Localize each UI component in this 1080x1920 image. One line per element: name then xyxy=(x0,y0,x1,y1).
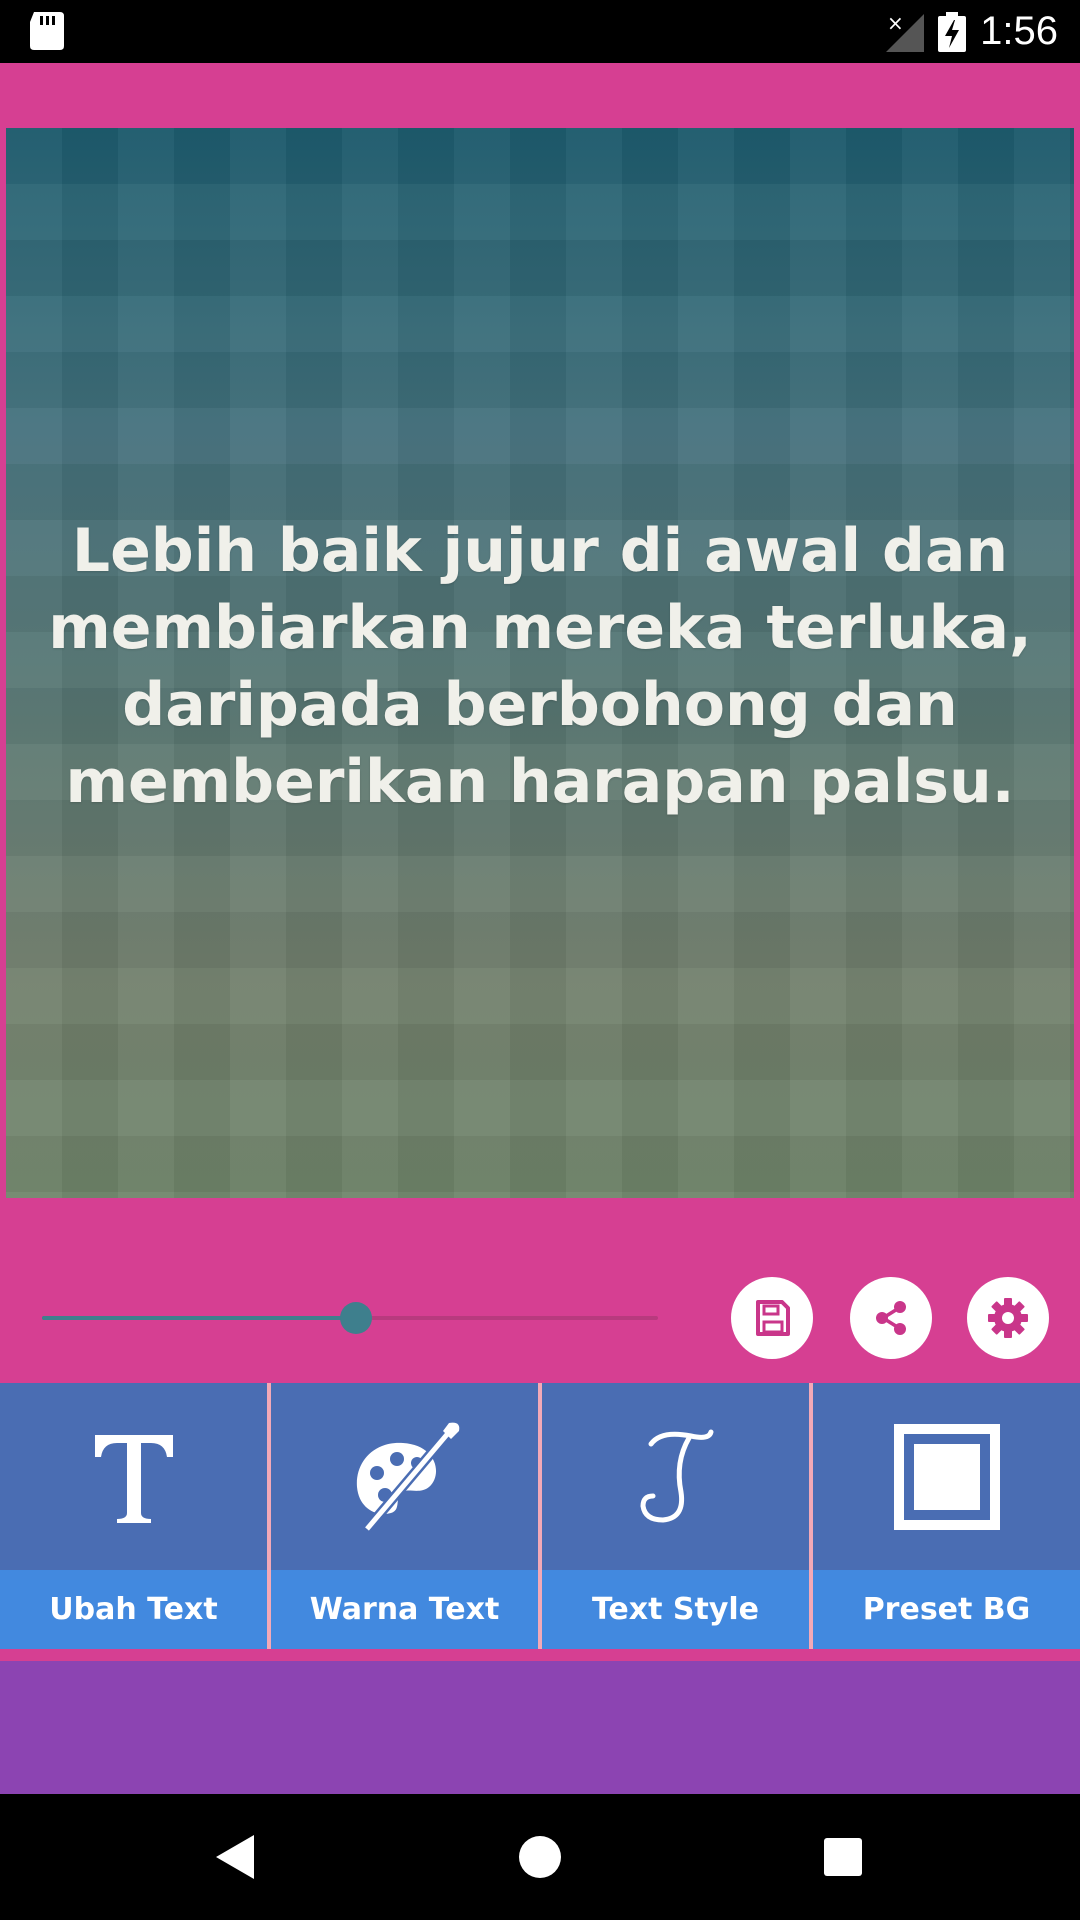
gear-icon xyxy=(988,1298,1028,1338)
text-size-slider[interactable] xyxy=(42,1300,658,1336)
divider xyxy=(0,1649,1080,1661)
share-icon xyxy=(876,1301,906,1335)
battery-charging-icon xyxy=(938,11,967,52)
tool-label: Text Style xyxy=(542,1570,809,1649)
back-icon xyxy=(216,1835,254,1879)
tool-warna-text[interactable]: Warna Text xyxy=(271,1383,538,1649)
tool-preset-bg[interactable]: Preset BG xyxy=(813,1383,1080,1649)
status-bar: × 1:56 xyxy=(0,0,1080,63)
svg-text:×: × xyxy=(887,12,904,35)
tool-label: Warna Text xyxy=(271,1570,538,1649)
frame-icon xyxy=(893,1423,1000,1530)
ad-banner-area xyxy=(0,1661,1080,1794)
quote-canvas[interactable]: Lebih baik jujur di awal dan membiarkan … xyxy=(6,128,1074,1198)
script-t-icon xyxy=(639,1429,713,1523)
tool-icon-area xyxy=(0,1383,267,1570)
text-t-icon xyxy=(94,1434,173,1523)
tool-text-style[interactable]: Text Style xyxy=(542,1383,809,1649)
tool-label: Ubah Text xyxy=(0,1570,267,1649)
tool-bar: Ubah Text Warna Text Text Style Preset B… xyxy=(0,1383,1080,1649)
slider-thumb[interactable] xyxy=(340,1302,373,1334)
tool-icon-area xyxy=(542,1383,809,1570)
tool-icon-area xyxy=(271,1383,538,1570)
back-button[interactable] xyxy=(203,1824,269,1890)
clock: 1:56 xyxy=(980,9,1058,53)
slider-fill xyxy=(42,1316,357,1320)
header-band xyxy=(0,63,1080,128)
share-button[interactable] xyxy=(850,1277,932,1359)
sd-card-icon xyxy=(30,12,64,50)
recents-button[interactable] xyxy=(810,1824,876,1890)
save-icon xyxy=(756,1300,790,1336)
quote-text[interactable]: Lebih baik jujur di awal dan membiarkan … xyxy=(46,513,1034,821)
palette-icon xyxy=(356,1421,459,1532)
tool-icon-area xyxy=(813,1383,1080,1570)
home-icon xyxy=(519,1836,561,1878)
navigation-bar xyxy=(0,1794,1080,1920)
tool-label: Preset BG xyxy=(813,1570,1080,1649)
home-button[interactable] xyxy=(507,1824,573,1890)
save-button[interactable] xyxy=(731,1277,813,1359)
settings-button[interactable] xyxy=(967,1277,1049,1359)
recents-icon xyxy=(824,1838,862,1876)
signal-no-service-icon: × xyxy=(886,12,925,52)
tool-ubah-text[interactable]: Ubah Text xyxy=(0,1383,267,1649)
